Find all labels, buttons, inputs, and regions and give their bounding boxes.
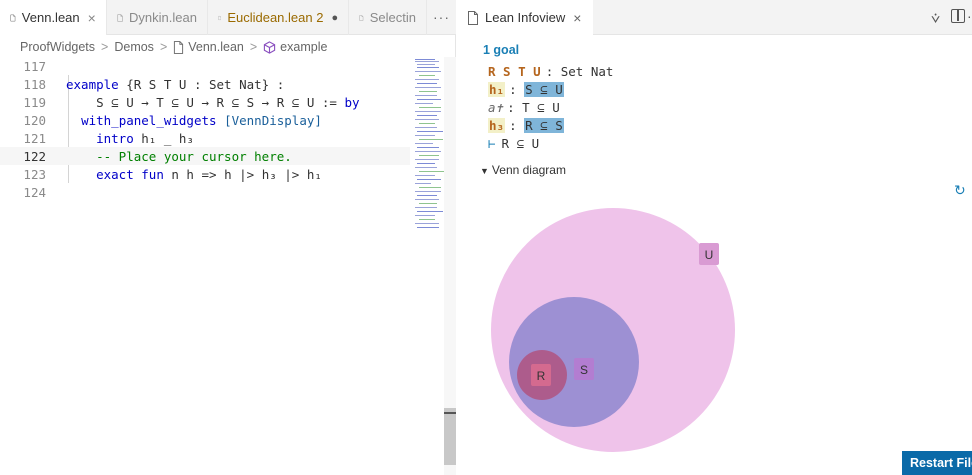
- cube-symbol-icon: [264, 40, 276, 54]
- restart-file-button[interactable]: Restart File: [902, 451, 972, 475]
- unsaved-dot-icon[interactable]: ●: [331, 12, 338, 24]
- hypothesis-type-selected[interactable]: S ⊆ U: [524, 81, 564, 97]
- line-number: 117: [23, 58, 46, 74]
- code-line-current[interactable]: 122 -- Place your cursor here.: [0, 147, 410, 165]
- breadcrumb-item[interactable]: Demos: [114, 40, 154, 54]
- tabs-more-icon[interactable]: ···: [427, 0, 456, 34]
- code-line[interactable]: 120 with_panel_widgets [VennDisplay]: [0, 111, 410, 129]
- hypothesis-type: : Set Nat: [545, 63, 614, 79]
- breadcrumb-separator: >: [101, 40, 109, 54]
- hypothesis-colon: :: [509, 117, 525, 133]
- line-number: 122: [23, 148, 46, 164]
- triangle-down-icon: ▼: [480, 166, 489, 176]
- tab-selection[interactable]: Selectin: [349, 0, 427, 35]
- line-text: with_panel_widgets [VennDisplay]: [46, 113, 322, 128]
- scrollbar-thumb[interactable]: [444, 408, 456, 465]
- file-icon: [10, 14, 16, 21]
- venn-diagram-toggle[interactable]: ▼ Venn diagram: [480, 163, 566, 177]
- hypothesis-name: R S T U: [488, 63, 541, 79]
- code-tokens: intro h₁ _ h₃: [96, 130, 194, 146]
- turnstile-icon: ⊢: [488, 135, 496, 151]
- code-line[interactable]: 117: [0, 57, 410, 75]
- hypothesis-type: : T ⊆ U: [507, 99, 560, 115]
- goal-target[interactable]: ⊢ R ⊆ U: [488, 134, 613, 152]
- code-comment: -- Place your cursor here.: [66, 148, 292, 164]
- file-icon: [359, 14, 364, 21]
- tab-label: Lean Infoview: [485, 10, 566, 25]
- editor-pane: Venn.lean × Dynkin.lean Euclidean.lean 2…: [0, 0, 456, 475]
- hypothesis[interactable]: a✝ : T ⊆ U: [488, 98, 613, 116]
- breadcrumb-item[interactable]: example: [280, 40, 327, 54]
- close-icon[interactable]: ×: [573, 10, 581, 26]
- code-tokens: example {R S T U : Set Nat} :: [66, 76, 285, 92]
- hypothesis-colon: :: [509, 81, 525, 97]
- line-text: S ⊆ U → T ⊆ U → R ⊆ S → R ⊆ U := by: [46, 94, 360, 110]
- breadcrumb-separator: >: [249, 40, 258, 54]
- hypothesis-name: h₁: [488, 81, 506, 97]
- code-line[interactable]: 123 exact fun n h => h |> h₃ |> h₁: [0, 165, 410, 183]
- tab-venn-lean[interactable]: Venn.lean ×: [0, 0, 107, 35]
- code-line[interactable]: 121 intro h₁ _ h₃: [0, 129, 410, 147]
- tab-label: Dynkin.lean: [129, 10, 197, 25]
- file-icon: [468, 10, 478, 25]
- line-text: exact fun n h => h |> h₃ |> h₁: [46, 167, 322, 182]
- goal-target-text: R ⊆ U: [501, 135, 540, 151]
- breadcrumb-separator: >: [159, 40, 168, 54]
- editor-tab-bar: Venn.lean × Dynkin.lean Euclidean.lean 2…: [0, 0, 456, 35]
- tab-lean-infoview[interactable]: Lean Infoview ×: [457, 0, 594, 35]
- set-s-label: S: [580, 363, 588, 377]
- set-r-label: R: [537, 369, 546, 383]
- minimap[interactable]: [413, 57, 445, 237]
- line-number: 124: [23, 184, 46, 200]
- code-line[interactable]: 124: [0, 183, 410, 201]
- split-editor-icon[interactable]: [951, 9, 965, 23]
- close-icon[interactable]: ×: [88, 10, 96, 26]
- tab-label: Venn.lean: [21, 10, 80, 25]
- goal-hypotheses: R S T U : Set Nat h₁ : S ⊆ U a✝ : T ⊆ U …: [488, 62, 613, 152]
- breadcrumb-item[interactable]: ProofWidgets: [20, 40, 95, 54]
- line-text: example {R S T U : Set Nat} :: [46, 77, 284, 92]
- tab-euclidean-lean[interactable]: Euclidean.lean 2 ●: [208, 0, 350, 35]
- line-text: intro h₁ _ h₃: [46, 131, 194, 146]
- hypothesis-type-selected[interactable]: R ⊆ S: [524, 117, 564, 133]
- line-number: 121: [23, 130, 46, 146]
- infoview-pane: Lean Infoview × ⩒ ··· 1 goal R S T U : S…: [457, 0, 972, 475]
- code-editor[interactable]: 117 118 example {R S T U : Set Nat} : 11…: [0, 57, 410, 201]
- goal-count[interactable]: 1 goal: [483, 43, 519, 57]
- hypothesis[interactable]: h₁ : S ⊆ U: [488, 80, 613, 98]
- code-tokens: S ⊆ U → T ⊆ U → R ⊆ S → R ⊆ U := by: [66, 94, 360, 110]
- line-text: -- Place your cursor here.: [46, 149, 292, 164]
- line-number: 118: [23, 76, 46, 92]
- breadcrumb: ProofWidgets > Demos > Venn.lean > examp…: [0, 37, 327, 57]
- hypothesis-name-inaccessible: a✝: [488, 99, 504, 115]
- compare-changes-icon[interactable]: ⩒: [931, 10, 940, 27]
- file-icon: [174, 40, 184, 54]
- venn-diagram-label: Venn diagram: [491, 163, 566, 177]
- tab-label: Selectin: [369, 10, 416, 25]
- infoview-tab-bar: Lean Infoview × ⩒ ···: [457, 0, 972, 35]
- code-tokens: with_panel_widgets [VennDisplay]: [81, 112, 322, 128]
- venn-diagram: U S R: [491, 208, 735, 452]
- line-number: 123: [23, 166, 46, 182]
- line-number: 120: [23, 112, 46, 128]
- hypothesis-name: h₃: [488, 117, 506, 133]
- set-u-label: U: [705, 248, 714, 262]
- tab-label: Euclidean.lean 2: [227, 10, 324, 25]
- code-tokens: exact fun n h => h |> h₃ |> h₁: [96, 166, 322, 182]
- file-icon: [117, 13, 123, 22]
- more-actions-icon[interactable]: ···: [967, 8, 972, 24]
- scrollbar-cursor-marker: [444, 412, 456, 414]
- line-number: 119: [23, 94, 46, 110]
- breadcrumb-item[interactable]: Venn.lean: [188, 40, 244, 54]
- hypothesis[interactable]: h₃ : R ⊆ S: [488, 116, 613, 134]
- code-line[interactable]: 119 S ⊆ U → T ⊆ U → R ⊆ S → R ⊆ U := by: [0, 93, 410, 111]
- code-line[interactable]: 118 example {R S T U : Set Nat} :: [0, 75, 410, 93]
- file-icon: [218, 15, 222, 20]
- hypothesis[interactable]: R S T U : Set Nat: [488, 62, 613, 80]
- tab-dynkin-lean[interactable]: Dynkin.lean: [107, 0, 208, 35]
